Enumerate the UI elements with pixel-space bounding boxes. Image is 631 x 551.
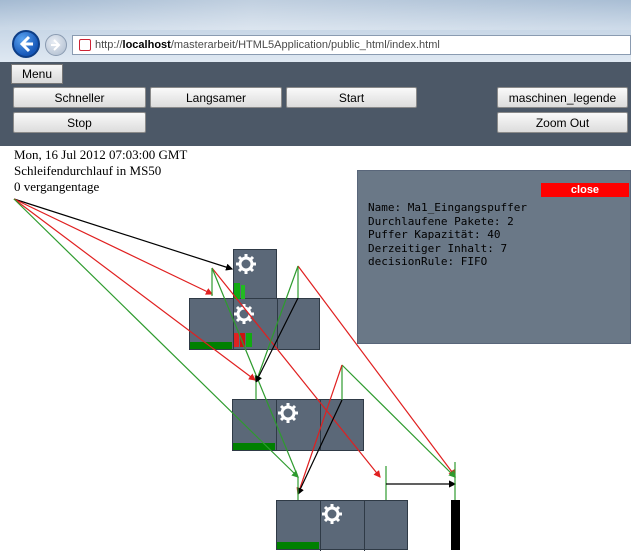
machine-info-popup: close Name: Ma1_Eingangspuffer Durchlauf… xyxy=(357,170,631,344)
flow-line-black xyxy=(255,297,299,384)
info-packets: Durchlaufene Pakete: 2 xyxy=(368,214,514,228)
flow-line-red xyxy=(296,364,343,496)
info-capacity: Puffer Kapazität: 40 xyxy=(368,228,501,241)
flow-line-black xyxy=(13,198,234,271)
close-button[interactable]: close xyxy=(541,183,629,197)
flow-line-red xyxy=(211,267,381,478)
flow-line-green xyxy=(254,265,299,384)
flow-line-red xyxy=(13,198,214,295)
info-rule: decisionRule: FIFO xyxy=(368,255,488,268)
info-name: Name: Ma1_Eingangspuffer xyxy=(368,201,527,214)
flow-line-green xyxy=(341,364,456,478)
info-content: Derzeitiger Inhalt: 7 xyxy=(368,241,508,255)
flow-line-black xyxy=(297,399,343,496)
machine-info: Name: Ma1_Eingangspuffer Durchlaufene Pa… xyxy=(368,201,527,269)
flow-line-red xyxy=(13,198,256,381)
flow-line-green xyxy=(13,198,299,478)
flow-line-green xyxy=(211,267,299,478)
